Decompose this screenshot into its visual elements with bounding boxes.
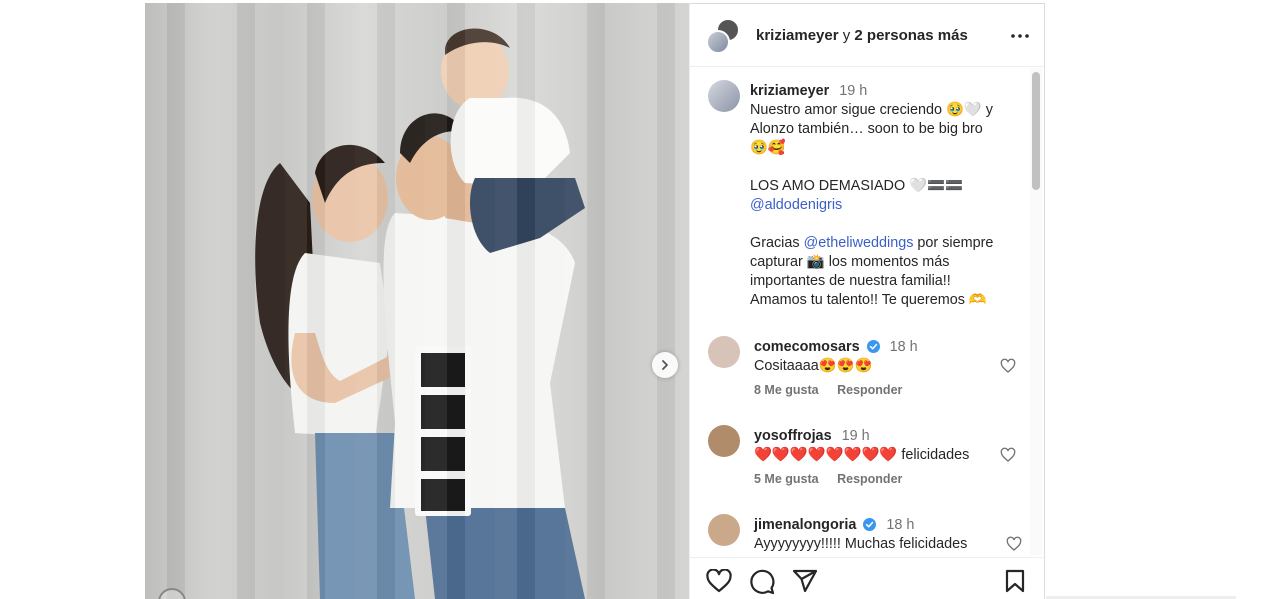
next-photo-button[interactable]: [652, 352, 678, 378]
more-options-icon: [1011, 34, 1029, 38]
comment-like-button[interactable]: [1000, 447, 1016, 468]
share-button[interactable]: [792, 569, 818, 598]
comment-time: 19 h: [841, 428, 870, 444]
heart-icon: [1000, 358, 1016, 373]
comment-text: ❤️❤️❤️❤️❤️❤️❤️❤️ felicidades: [754, 447, 970, 463]
save-button[interactable]: [1004, 569, 1026, 598]
author-connector: y: [842, 26, 851, 44]
heart-icon: [1000, 447, 1016, 462]
caption-text: por siempre: [917, 235, 994, 251]
avatar: [706, 30, 730, 54]
post-photo[interactable]: [145, 3, 689, 599]
comments-list[interactable]: kriziameyer 19 h Nuestro amor sigue crec…: [690, 68, 1030, 555]
comment-username[interactable]: comecomosars: [754, 339, 860, 355]
author-username[interactable]: kriziameyer: [756, 27, 839, 44]
chevron-right-icon: [662, 360, 668, 370]
comment-text: Cositaaaa😍😍😍: [754, 358, 873, 374]
bookmark-icon: [1005, 569, 1025, 593]
more-options-button[interactable]: [1010, 26, 1030, 51]
caption-text: importantes de nuestra familia!!: [750, 273, 951, 289]
comment-username[interactable]: yosoffrojas: [754, 428, 832, 444]
comment-item: comecomosars 18 h Cositaaaa😍😍😍 8 Me gust…: [708, 336, 1028, 416]
comment-time: 18 h: [889, 339, 918, 355]
avatar[interactable]: [708, 425, 740, 457]
avatar[interactable]: [708, 80, 740, 112]
comment-likes[interactable]: 8 Me gusta: [754, 383, 819, 397]
caption-text: Alonzo también… soon to be big bro: [750, 121, 983, 137]
heart-icon: [1006, 536, 1022, 551]
mention-link[interactable]: @etheliweddings: [804, 235, 914, 251]
caption-text: capturar 📸 los momentos más: [750, 254, 950, 270]
heart-icon: [706, 568, 732, 593]
verified-badge-icon: [863, 518, 877, 531]
comment-like-button[interactable]: [1000, 358, 1016, 379]
comment-text: Ayyyyyyyy!!!!! Muchas felicidades: [754, 536, 968, 552]
post-side-panel: kriziameyer y 2 personas más kriziameyer…: [689, 3, 1046, 599]
post-actions-bar: [690, 557, 1046, 599]
collaborators-link[interactable]: 2 personas más: [854, 27, 967, 44]
scrollbar-thumb[interactable]: [1032, 72, 1040, 190]
post-header: kriziameyer y 2 personas más: [690, 4, 1044, 67]
comment-username[interactable]: jimenalongoria: [754, 517, 856, 533]
like-button[interactable]: [706, 568, 732, 598]
avatar[interactable]: [708, 514, 740, 546]
caption-text: Gracias: [750, 235, 800, 251]
comment-icon: [750, 569, 775, 595]
comment-like-button[interactable]: [1006, 536, 1022, 555]
caption-text: LOS AMO DEMASIADO 🤍🟰🟰: [750, 178, 963, 194]
verified-badge-icon: [866, 340, 880, 353]
caption-text: Nuestro amor sigue creciendo 🥹🤍 y: [750, 102, 993, 118]
mention-link[interactable]: @aldodenigris: [750, 197, 842, 213]
caption-text: 🥹🥰: [750, 140, 786, 156]
post-author-line: kriziameyer y 2 personas más: [756, 27, 968, 44]
avatar[interactable]: [708, 336, 740, 368]
collab-avatars[interactable]: [706, 16, 744, 54]
comment-likes[interactable]: 5 Me gusta: [754, 472, 819, 486]
caption-text: Amamos tu talento!! Te queremos 🫶: [750, 292, 987, 308]
comment-button[interactable]: [749, 569, 775, 599]
caption-time: 19 h: [839, 83, 868, 99]
caption-username[interactable]: kriziameyer: [750, 83, 829, 99]
curtain-backdrop: [145, 3, 689, 599]
page-background: [0, 0, 145, 599]
reply-button[interactable]: Responder: [837, 472, 902, 486]
comment-time: 18 h: [886, 517, 915, 533]
comment-item: yosoffrojas 19 h ❤️❤️❤️❤️❤️❤️❤️❤️ felici…: [708, 425, 1028, 505]
reply-button[interactable]: Responder: [837, 383, 902, 397]
comment-item: jimenalongoria 18 h Ayyyyyyyy!!!!! Mucha…: [708, 514, 1028, 555]
share-icon: [792, 569, 818, 593]
